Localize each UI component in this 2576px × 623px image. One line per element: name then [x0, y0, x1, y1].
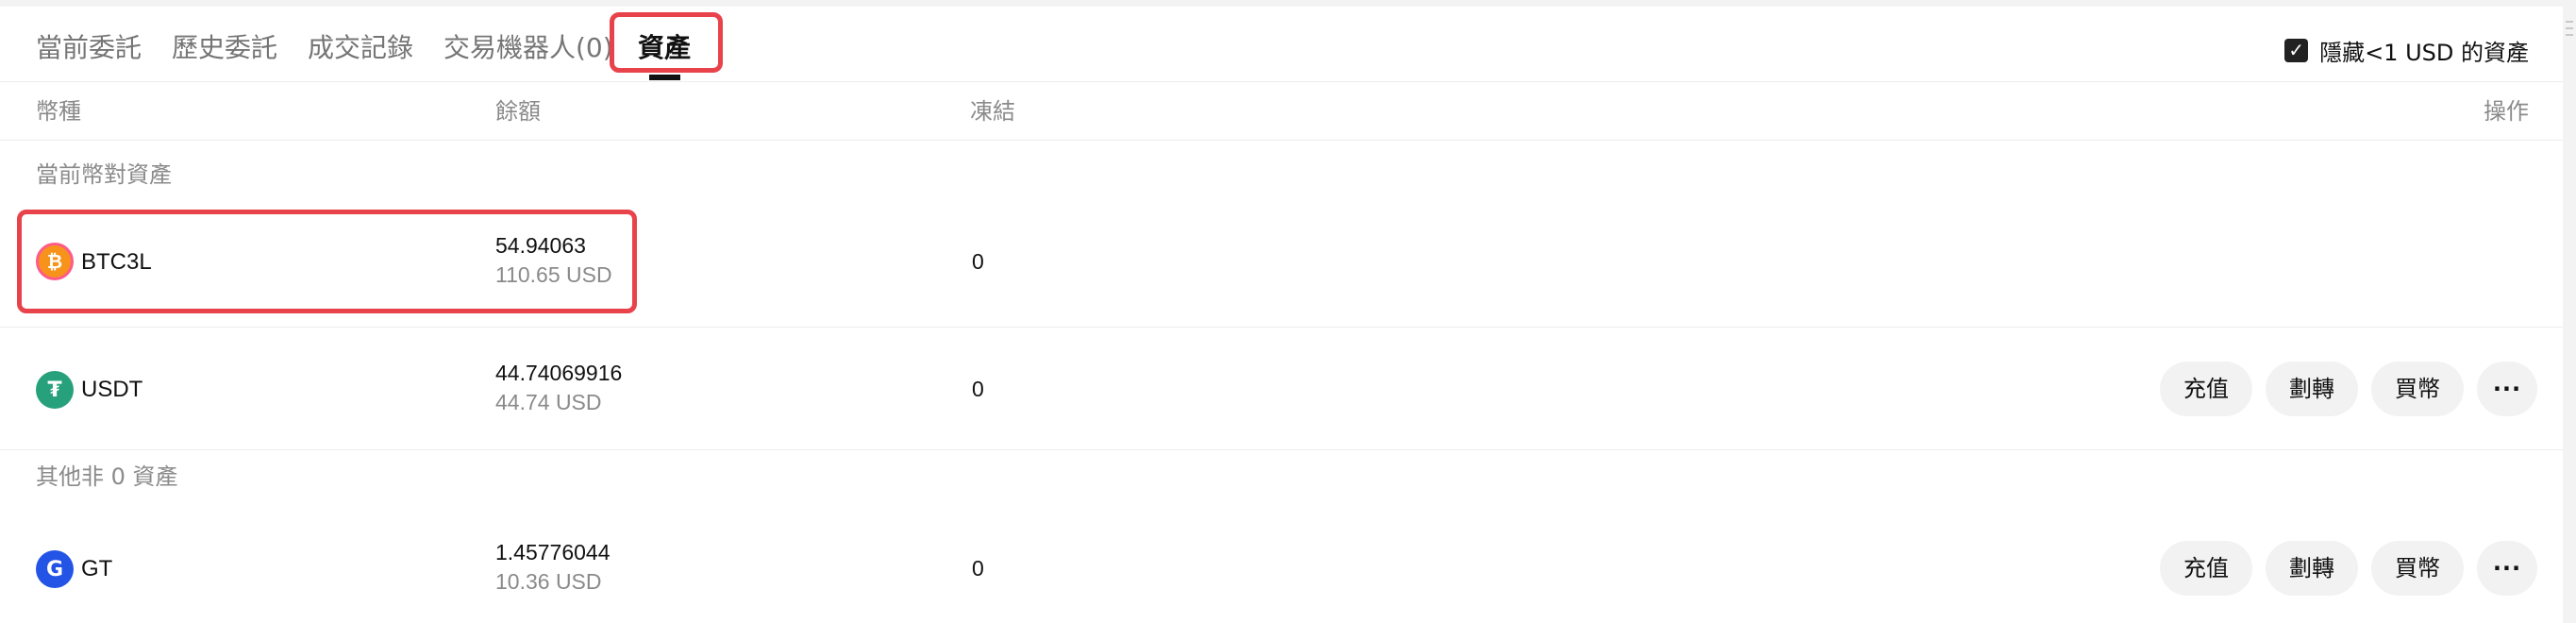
column-currency: 幣種 — [36, 98, 81, 125]
column-balance: 餘額 — [495, 98, 541, 125]
tab-assets[interactable]: 資產 — [638, 25, 691, 71]
tab-trading-bots[interactable]: 交易機器人(0) — [443, 25, 613, 71]
buy-crypto-button[interactable]: 買幣 — [2371, 541, 2464, 596]
active-tab-indicator — [649, 75, 680, 80]
buy-crypto-button[interactable]: 買幣 — [2371, 362, 2464, 416]
tab-trade-history[interactable]: 成交記錄 — [308, 25, 413, 71]
table-row: ₮ USDT 44.74069916 44.74 USD 0 充值 劃轉 買幣 … — [0, 328, 2563, 450]
balance-amount: 44.74069916 — [495, 361, 623, 385]
more-actions-button[interactable]: ··· — [2477, 362, 2537, 416]
hide-small-balances-toggle[interactable]: ✓ 隱藏<1 USD 的資產 — [2284, 27, 2529, 73]
section-other-nonzero: 其他非 0 資產 — [36, 463, 178, 490]
scrollbar-grip-icon — [2566, 21, 2573, 41]
table-header: 幣種 餘額 凍結 操作 — [0, 82, 2563, 141]
coin-name: BTC3L — [81, 249, 152, 275]
transfer-button[interactable]: 劃轉 — [2266, 362, 2358, 416]
table-row: G GT 1.45776044 10.36 USD 0 充值 劃轉 買幣 ··· — [0, 497, 2563, 623]
tether-icon: ₮ — [36, 371, 74, 409]
balance-usd-value: 110.65 USD — [495, 262, 612, 287]
balance-amount: 1.45776044 — [495, 540, 611, 564]
gatetoken-icon: G — [36, 550, 74, 588]
tab-order-history[interactable]: 歷史委託 — [172, 25, 277, 71]
deposit-button[interactable]: 充值 — [2160, 541, 2252, 596]
balance-amount: 54.94063 — [495, 233, 586, 258]
transfer-button[interactable]: 劃轉 — [2266, 541, 2358, 596]
deposit-button[interactable]: 充值 — [2160, 362, 2252, 416]
frozen-amount: 0 — [972, 377, 984, 401]
more-actions-button[interactable]: ··· — [2477, 541, 2537, 596]
frozen-amount: 0 — [972, 556, 984, 581]
tab-current-orders[interactable]: 當前委託 — [36, 25, 142, 71]
balance-usd-value: 44.74 USD — [495, 390, 602, 414]
scrollbar[interactable] — [2563, 0, 2576, 623]
checkbox-checked-icon[interactable]: ✓ — [2284, 38, 2309, 62]
order-tabs: 當前委託 歷史委託 成交記錄 交易機器人(0) 資產 ✓ 隱藏<1 USD 的資… — [0, 7, 2563, 82]
column-frozen: 凍結 — [970, 98, 1015, 125]
table-row: ₿ BTC3L 54.94063 110.65 USD 0 — [0, 195, 2563, 328]
frozen-amount: 0 — [972, 249, 984, 274]
balance-usd-value: 10.36 USD — [495, 569, 602, 594]
section-current-pair: 當前幣對資產 — [36, 161, 172, 188]
assets-panel: 當前委託 歷史委託 成交記錄 交易機器人(0) 資產 ✓ 隱藏<1 USD 的資… — [0, 7, 2563, 623]
hide-small-balances-label: 隱藏<1 USD 的資產 — [2319, 39, 2529, 66]
btc3l-icon: ₿ — [36, 243, 74, 280]
coin-name: USDT — [81, 377, 143, 402]
column-actions: 操作 — [2484, 98, 2529, 125]
coin-name: GT — [81, 556, 113, 581]
